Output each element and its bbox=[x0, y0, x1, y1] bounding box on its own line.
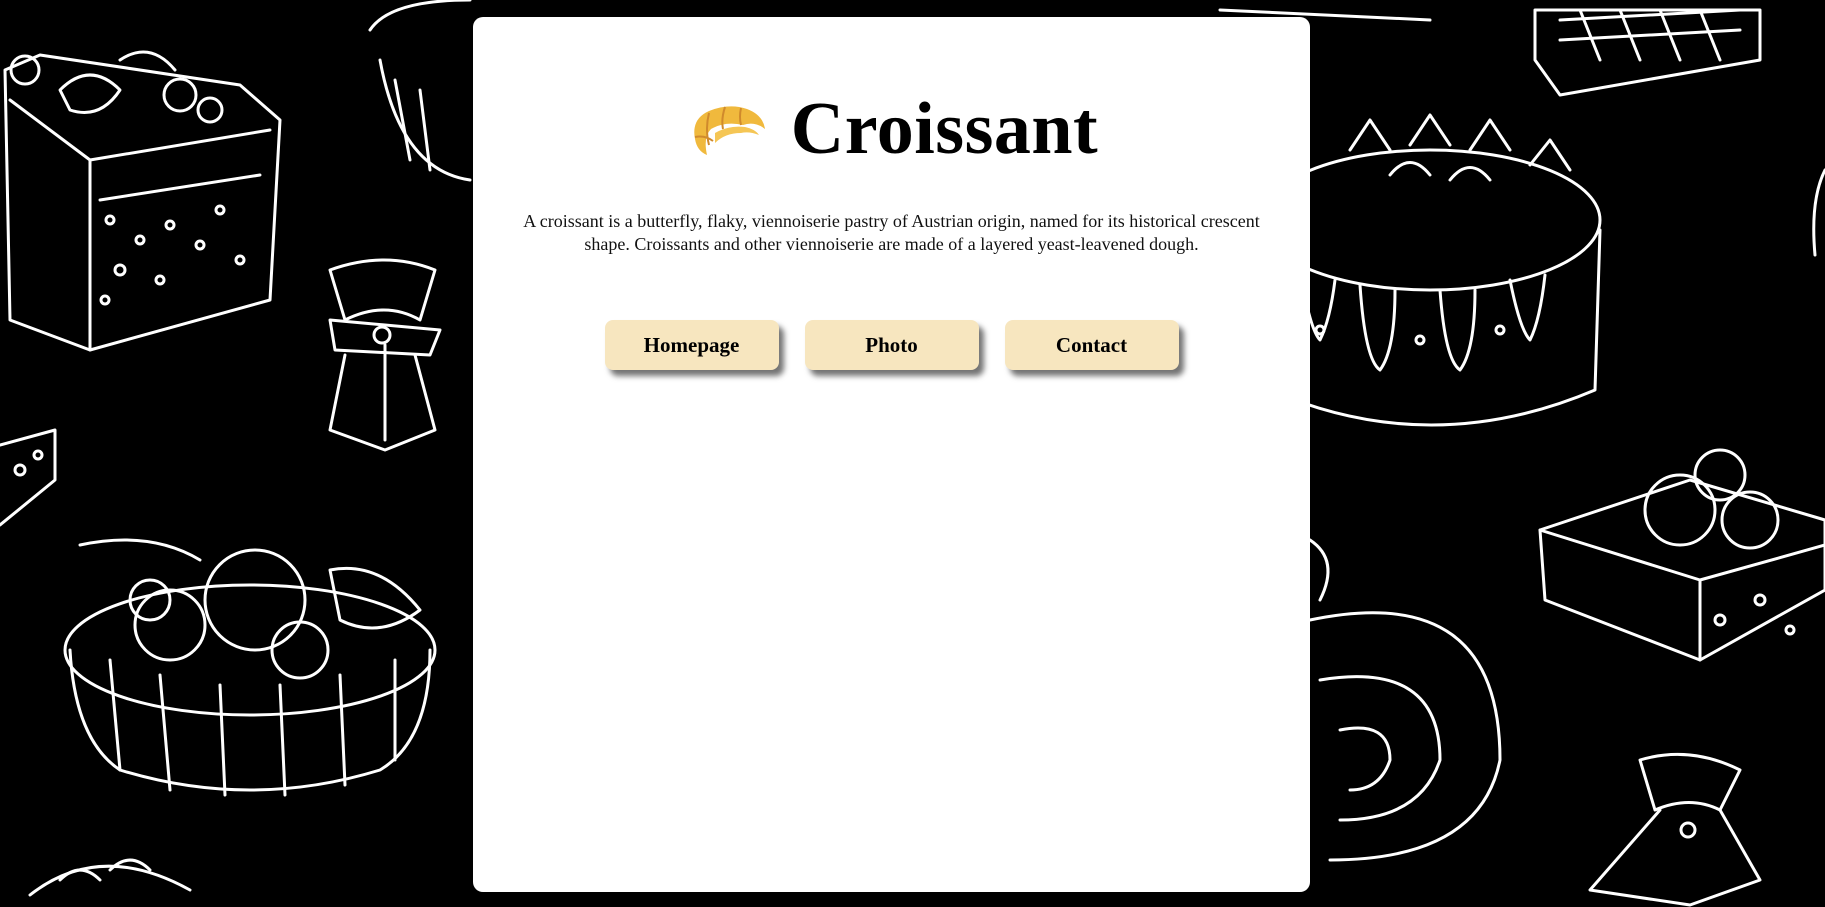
nav-buttons: Homepage Photo Contact bbox=[473, 320, 1310, 370]
swiss-roll-sketch bbox=[1308, 538, 1502, 862]
title-row: Croissant bbox=[473, 79, 1310, 179]
cheese-sketch bbox=[0, 428, 57, 527]
edge-pastry-sketch bbox=[1812, 168, 1825, 257]
layer-cake-sketch bbox=[1538, 448, 1825, 662]
candy-bottom-sketch bbox=[1588, 752, 1762, 907]
page-title: Croissant bbox=[790, 88, 1099, 170]
photo-button[interactable]: Photo bbox=[804, 320, 979, 370]
cake-slice-sketch bbox=[3, 50, 282, 352]
fruit-tart-sketch bbox=[63, 538, 437, 797]
cupcake-sketch bbox=[368, 0, 472, 182]
description-text: A croissant is a butterfly, flaky, vienn… bbox=[523, 211, 1260, 254]
content-card: Croissant A croissant is a butterfly, fl… bbox=[473, 17, 1310, 892]
croissant-icon bbox=[694, 106, 765, 155]
drip-cake-sketch bbox=[1258, 113, 1602, 427]
macaron-sketch bbox=[28, 858, 192, 897]
homepage-button[interactable]: Homepage bbox=[604, 320, 779, 370]
candy-sketch bbox=[328, 258, 442, 452]
contact-button[interactable]: Contact bbox=[1004, 320, 1179, 370]
